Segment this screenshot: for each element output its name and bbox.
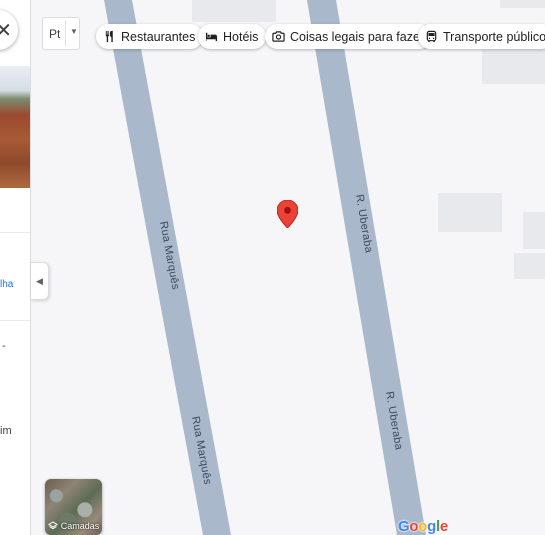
building — [500, 0, 545, 8]
caret-left-icon: ◀ — [36, 275, 43, 286]
chip-hoteis[interactable]: Hotéis — [198, 24, 267, 49]
bus-icon — [426, 30, 437, 43]
chip-label: Hotéis — [223, 29, 259, 44]
side-panel: lha - im — [0, 0, 31, 535]
camera-icon — [272, 31, 285, 42]
fork-knife-icon — [105, 30, 113, 43]
chip-label: Transporte público — [443, 29, 545, 44]
building — [514, 253, 545, 279]
layers-label: Camadas — [60, 521, 100, 531]
language-button[interactable]: Pt ▼ — [42, 17, 80, 50]
chip-restaurantes[interactable]: Restaurantes — [96, 24, 204, 49]
chevron-down-icon[interactable]: ▼ — [70, 27, 78, 36]
chip-transporte-publico[interactable]: Transporte público — [418, 24, 545, 49]
divider — [0, 232, 30, 233]
map-canvas[interactable]: Rua Marquês Rua Marquês R. Uberaba R. Ub… — [0, 0, 545, 535]
building — [482, 44, 545, 84]
layers-label-row: Camadas — [45, 521, 102, 531]
building — [523, 212, 545, 249]
side-text: im — [0, 425, 12, 437]
layers-button[interactable]: Camadas — [45, 479, 102, 535]
google-logo: Google — [398, 518, 448, 535]
divider — [65, 21, 66, 46]
language-label: Pt — [49, 27, 61, 41]
chip-label: Restaurantes — [121, 29, 196, 44]
layers-icon — [47, 521, 58, 530]
road-r-uberaba[interactable] — [307, 0, 426, 535]
building — [438, 193, 502, 232]
close-icon: ✕ — [0, 19, 12, 42]
bed-icon — [205, 32, 218, 42]
divider — [0, 320, 30, 321]
location-pin-icon[interactable] — [277, 200, 298, 228]
collapse-panel-button[interactable]: ◀ — [31, 262, 49, 300]
building — [192, 0, 276, 22]
map-layer: Rua Marquês Rua Marquês R. Uberaba R. Ub… — [104, 0, 545, 535]
side-text: - — [2, 340, 6, 352]
side-text-action[interactable]: lha — [0, 279, 13, 290]
chip-coisas-legais[interactable]: Coisas legais para fazer — [265, 24, 433, 49]
place-photo[interactable] — [0, 66, 30, 188]
chip-label: Coisas legais para fazer — [290, 29, 425, 44]
